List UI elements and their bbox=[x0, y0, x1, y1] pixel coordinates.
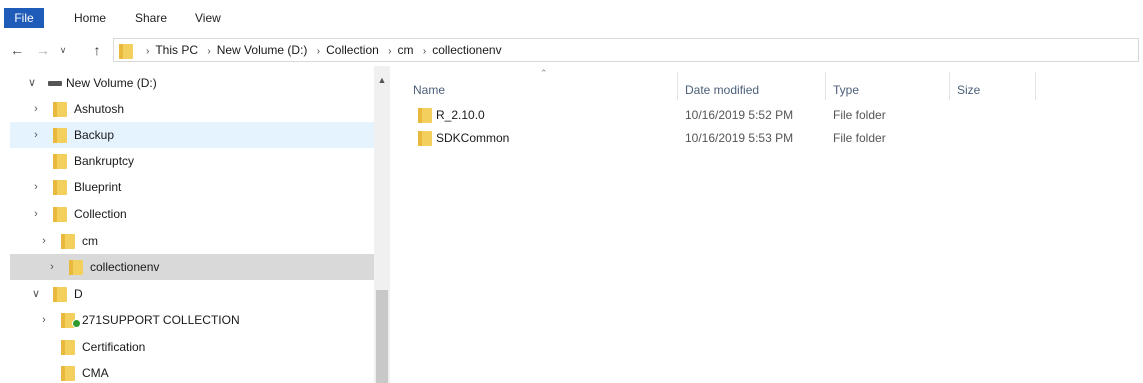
file-row[interactable]: R_2.10.0 10/16/2019 5:52 PM File folder bbox=[413, 104, 1133, 126]
chevron-right-icon[interactable]: › bbox=[30, 174, 42, 200]
file-date-modified: 10/16/2019 5:52 PM bbox=[685, 108, 794, 122]
breadcrumb-this-pc[interactable]: This PC bbox=[155, 43, 198, 57]
tab-view[interactable]: View bbox=[189, 8, 227, 28]
column-header-type[interactable]: Type bbox=[833, 78, 859, 102]
tree-item-label: Blueprint bbox=[74, 180, 122, 194]
sort-ascending-icon: ⌃ bbox=[540, 68, 548, 78]
tree-item-label: cm bbox=[82, 234, 98, 248]
chevron-right-icon[interactable]: › bbox=[30, 201, 42, 227]
address-bar[interactable]: › This PC › New Volume (D:) › Collection › c… bbox=[113, 38, 1139, 62]
chevron-down-icon[interactable]: ∨ bbox=[30, 281, 42, 307]
tree-item-label: Certification bbox=[82, 340, 146, 354]
column-divider[interactable] bbox=[677, 72, 678, 100]
chevron-right-icon[interactable]: › bbox=[46, 254, 58, 280]
chevron-right-icon[interactable]: › bbox=[388, 46, 391, 57]
tree-item-collection[interactable]: › Collection bbox=[10, 201, 375, 227]
drive-icon bbox=[48, 81, 62, 86]
tab-share[interactable]: Share bbox=[129, 8, 173, 28]
breadcrumb-collection[interactable]: Collection bbox=[326, 43, 379, 57]
tree-item-blueprint[interactable]: › Blueprint bbox=[10, 174, 375, 200]
folder-icon bbox=[417, 106, 433, 124]
folder-icon bbox=[118, 42, 136, 59]
chevron-right-icon[interactable]: › bbox=[207, 46, 210, 57]
folder-icon bbox=[60, 364, 76, 383]
chevron-right-icon[interactable]: › bbox=[38, 307, 50, 333]
tree-item-collectionenv[interactable]: › collectionenv bbox=[10, 254, 375, 280]
chevron-right-icon[interactable]: › bbox=[30, 96, 42, 122]
tree-item-271support-collection[interactable]: › 271SUPPORT COLLECTION bbox=[10, 307, 375, 333]
tree-item-label: Ashutosh bbox=[74, 102, 125, 116]
navigation-bar: ← → ∨ ↑ › This PC › New Volume (D:) › Colle… bbox=[0, 37, 1143, 63]
tree-item-bankruptcy[interactable]: Bankruptcy bbox=[10, 148, 375, 174]
tree-item-cma[interactable]: CMA bbox=[10, 360, 375, 383]
chevron-down-icon[interactable]: ∨ bbox=[56, 41, 70, 59]
file-date-modified: 10/16/2019 5:53 PM bbox=[685, 131, 794, 145]
navigation-pane: ∨ New Volume (D:) › Ashutosh › Backup Ba… bbox=[0, 66, 390, 383]
breadcrumb-collectionenv[interactable]: collectionenv bbox=[432, 43, 501, 57]
tree-item-label: Bankruptcy bbox=[74, 154, 135, 168]
file-type: File folder bbox=[833, 131, 886, 145]
tree-item-new-volume[interactable]: ∨ New Volume (D:) bbox=[10, 70, 375, 96]
chevron-right-icon[interactable]: › bbox=[423, 46, 426, 57]
chevron-right-icon[interactable]: › bbox=[317, 46, 320, 57]
arrow-left-icon[interactable]: ← bbox=[8, 41, 26, 59]
sync-check-icon bbox=[72, 319, 81, 328]
tree-item-label: D bbox=[74, 287, 83, 301]
chevron-right-icon[interactable]: › bbox=[38, 228, 50, 254]
tree-item-backup[interactable]: › Backup bbox=[10, 122, 375, 148]
chevron-right-icon[interactable]: › bbox=[146, 46, 149, 57]
chevron-down-icon[interactable]: ∨ bbox=[26, 70, 38, 96]
column-header-name[interactable]: Name bbox=[413, 78, 445, 102]
breadcrumb: › This PC › New Volume (D:) › Collection › c… bbox=[140, 39, 502, 61]
column-divider[interactable] bbox=[825, 72, 826, 100]
file-row[interactable]: SDKCommon 10/16/2019 5:53 PM File folder bbox=[413, 127, 1133, 149]
breadcrumb-cm[interactable]: cm bbox=[398, 43, 414, 57]
file-list: ⌃ Name Date modified Type Size R_2.10.0 … bbox=[395, 66, 1143, 383]
tree-item-cm[interactable]: › cm bbox=[10, 228, 375, 254]
tree-item-d[interactable]: ∨ D bbox=[10, 281, 375, 307]
chevron-right-icon[interactable]: › bbox=[30, 122, 42, 148]
arrow-right-icon[interactable]: → bbox=[34, 41, 52, 59]
tree-item-label: 271SUPPORT COLLECTION bbox=[82, 313, 240, 327]
tab-file[interactable]: File bbox=[4, 8, 44, 28]
scroll-up-icon[interactable]: ▲ bbox=[374, 74, 390, 86]
file-name: R_2.10.0 bbox=[436, 108, 485, 122]
column-header-size[interactable]: Size bbox=[957, 78, 980, 102]
navigation-pane-scrollbar[interactable]: ▲ bbox=[374, 66, 390, 383]
tab-home[interactable]: Home bbox=[68, 8, 112, 28]
column-divider[interactable] bbox=[1035, 72, 1036, 100]
tree-item-label: Collection bbox=[74, 207, 127, 221]
column-header-date-modified[interactable]: Date modified bbox=[685, 78, 759, 102]
tree-item-label: collectionenv bbox=[90, 260, 160, 274]
file-type: File folder bbox=[833, 108, 886, 122]
folder-icon bbox=[417, 129, 433, 147]
tree-item-label: CMA bbox=[82, 366, 109, 380]
scrollbar-thumb[interactable] bbox=[376, 290, 388, 383]
tree-item-ashutosh[interactable]: › Ashutosh bbox=[10, 96, 375, 122]
breadcrumb-new-volume[interactable]: New Volume (D:) bbox=[217, 43, 308, 57]
arrow-up-icon[interactable]: ↑ bbox=[88, 41, 106, 59]
file-name: SDKCommon bbox=[436, 131, 510, 145]
tree-item-certification[interactable]: Certification bbox=[10, 334, 375, 360]
ribbon: File Home Share View bbox=[0, 0, 1143, 34]
column-divider[interactable] bbox=[949, 72, 950, 100]
tree-item-label: Backup bbox=[74, 128, 115, 142]
tree-item-label: New Volume (D:) bbox=[66, 76, 157, 90]
